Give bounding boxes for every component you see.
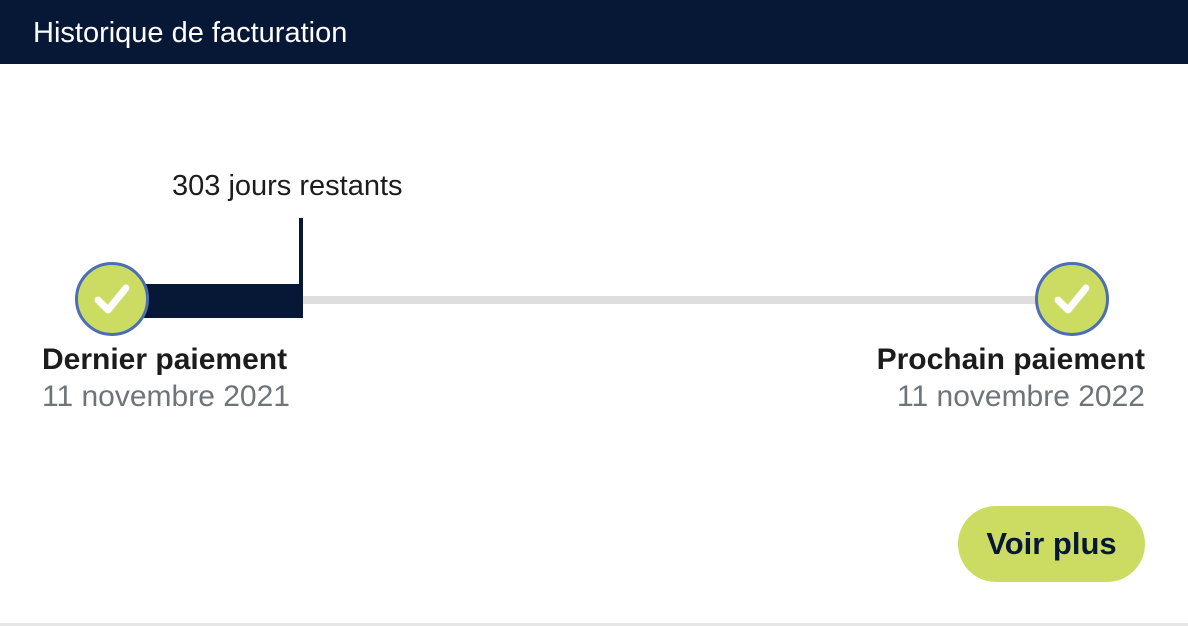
current-date-marker xyxy=(299,218,303,318)
card-title: Historique de facturation xyxy=(33,17,348,49)
check-circle-icon xyxy=(1035,262,1109,336)
next-payment-title: Prochain paiement xyxy=(876,343,1145,376)
next-payment-date: 11 novembre 2022 xyxy=(897,380,1145,413)
last-payment-title: Dernier paiement xyxy=(42,343,288,376)
last-payment-date: 11 novembre 2021 xyxy=(42,380,290,413)
remaining-days-label: 303 jours restants xyxy=(172,170,403,202)
card-header: Historique de facturation xyxy=(0,0,1188,64)
see-more-button[interactable]: Voir plus xyxy=(958,506,1145,582)
check-circle-icon xyxy=(75,262,149,336)
billing-history-card: Historique de facturation 303 jours rest… xyxy=(0,0,1188,626)
